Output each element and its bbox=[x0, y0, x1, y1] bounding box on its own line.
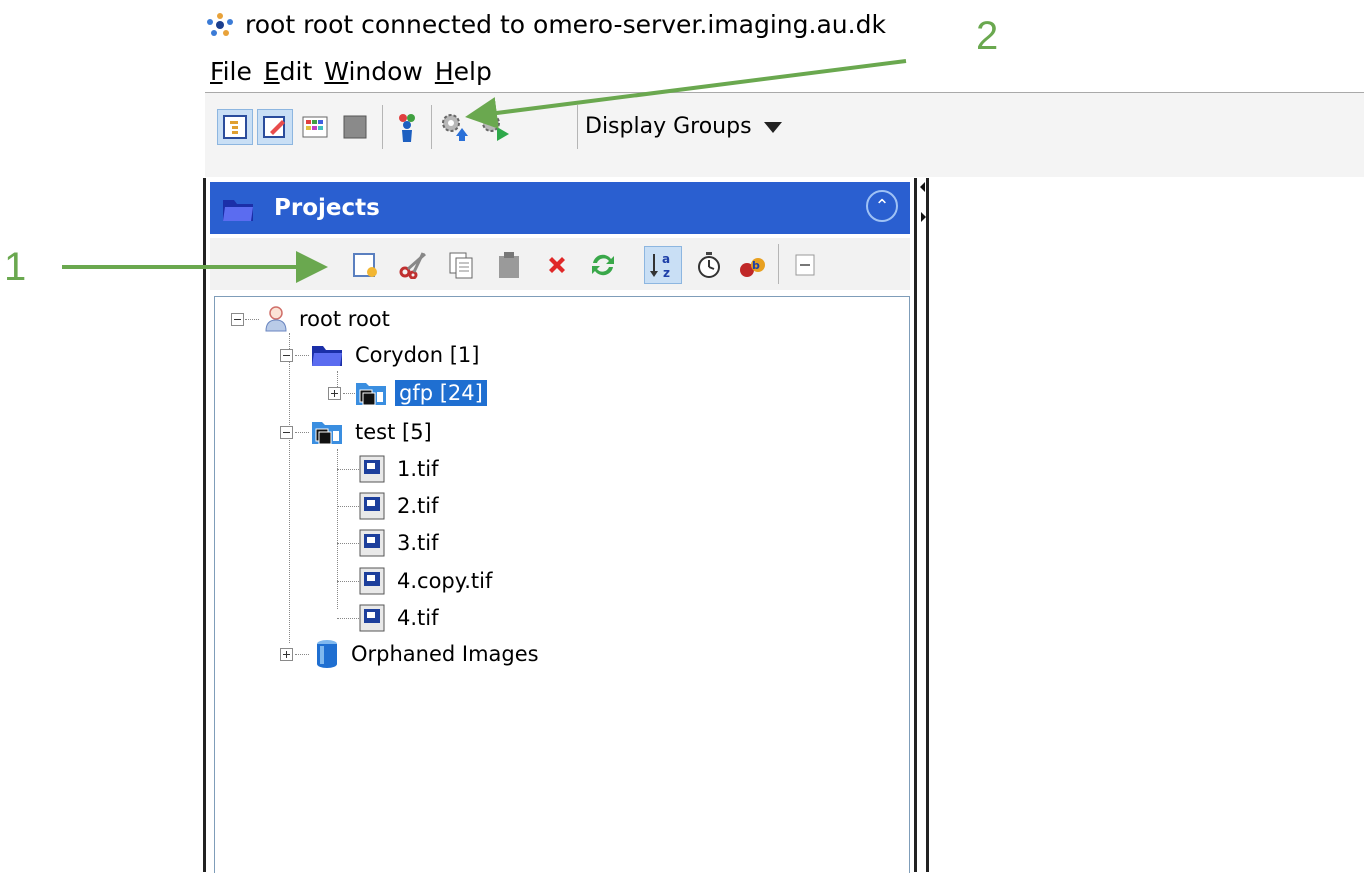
annotation-overlay bbox=[62, 59, 907, 283]
annotation-label-2: 2 bbox=[976, 14, 999, 58]
annotation-arrow-2 bbox=[465, 59, 907, 129]
annotation-label-1: 1 bbox=[4, 245, 27, 289]
